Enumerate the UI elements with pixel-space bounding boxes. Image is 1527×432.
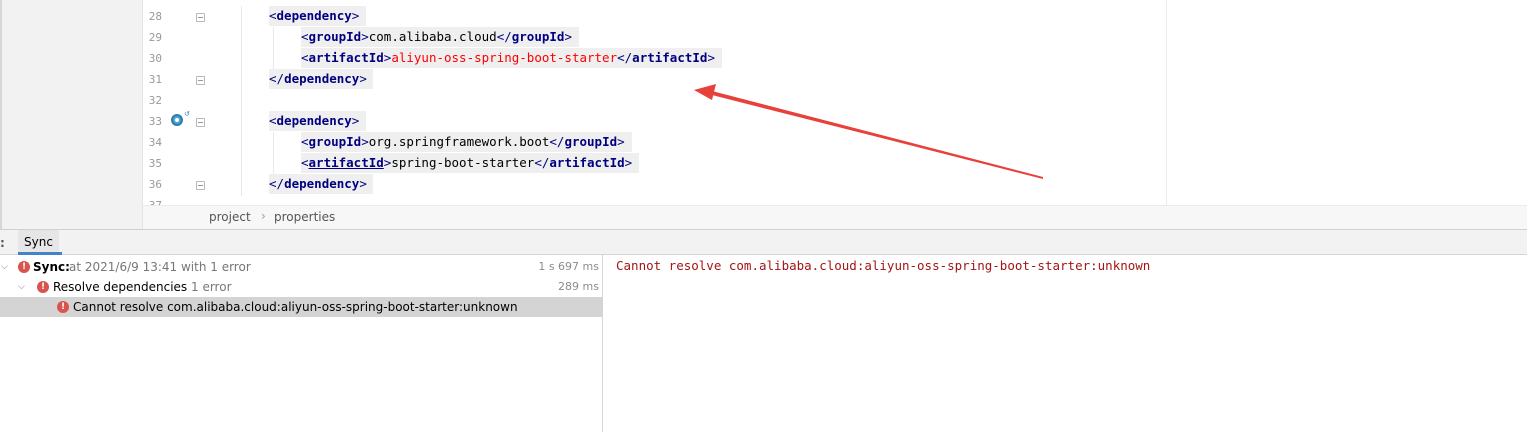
- xml-tag-token: <: [301, 50, 309, 65]
- xml-tag-token: dependency: [284, 176, 360, 191]
- breadcrumb: project › properties: [143, 205, 1527, 229]
- tree-row-resolve-dependencies[interactable]: ⌵ Resolve dependencies 1 error 289 ms: [0, 277, 603, 297]
- xml-tag-token: >: [617, 134, 625, 149]
- xml-tag-token: </: [534, 155, 550, 170]
- resolve-dependencies-count: 1 error: [191, 280, 232, 294]
- xml-tag-token: <: [269, 8, 277, 23]
- panel-divider: [0, 0, 2, 229]
- xml-value-token: com.alibaba.cloud: [368, 29, 497, 44]
- sync-label: Sync:: [33, 260, 70, 274]
- maven-sync-icon[interactable]: [171, 114, 183, 126]
- code-line[interactable]: <dependency>: [269, 6, 359, 26]
- error-message-label: Cannot resolve com.alibaba.cloud:aliyun-…: [73, 300, 518, 314]
- xml-tag-token: artifactId: [632, 50, 708, 65]
- xml-tag-token: <: [269, 113, 277, 128]
- code-line[interactable]: </dependency>: [269, 174, 367, 194]
- indent-guide: [241, 6, 242, 196]
- resolve-dependencies-label: Resolve dependencies: [53, 280, 188, 294]
- breadcrumb-item-project[interactable]: project: [209, 210, 251, 224]
- sync-duration: 1 s 697 ms: [538, 260, 599, 273]
- xml-tag-token: artifactId: [308, 50, 384, 65]
- code-editor[interactable]: ↺ 28 <dependency> 29 <groupId>com.alibaba.c…: [143, 0, 1527, 205]
- line-number: 33: [148, 115, 162, 128]
- xml-tag-token: >: [707, 50, 715, 65]
- line-number: 35: [148, 157, 162, 170]
- line-number: 31: [148, 73, 162, 86]
- xml-tag-token: groupId: [308, 134, 362, 149]
- tree-row-label: Sync:: [33, 257, 70, 277]
- project-panel-edge: [0, 0, 143, 229]
- build-tree: ⌵ Sync: at 2021/6/9 13:41 with 1 error 1…: [0, 255, 603, 432]
- code-line[interactable]: <dependency>: [269, 111, 359, 131]
- xml-tag-token: >: [359, 71, 367, 86]
- error-icon: [57, 297, 69, 317]
- code-line[interactable]: <groupId>org.springframework.boot</group…: [301, 132, 625, 152]
- tree-row-sync[interactable]: ⌵ Sync: at 2021/6/9 13:41 with 1 error 1…: [0, 257, 603, 277]
- breadcrumb-separator: ›: [261, 209, 266, 223]
- line-number: 32: [148, 94, 162, 107]
- xml-tag-token: <: [301, 29, 309, 44]
- error-output-text: Cannot resolve com.alibaba.cloud:aliyun-…: [616, 258, 1151, 273]
- header-prefix: :: [0, 236, 5, 250]
- xml-tag-token: </: [617, 50, 633, 65]
- line-number: 34: [148, 136, 162, 149]
- line-number: 28: [148, 10, 162, 23]
- xml-tag-token: >: [361, 134, 369, 149]
- fold-icon[interactable]: [196, 181, 205, 190]
- fold-icon[interactable]: [196, 76, 205, 85]
- indent-guide: [273, 132, 274, 174]
- xml-value-token: spring-boot-starter: [391, 155, 535, 170]
- chevron-down-icon[interactable]: ⌵: [18, 277, 25, 297]
- xml-value-token: aliyun-oss-spring-boot-starter: [391, 50, 618, 65]
- right-margin-guide: [1166, 0, 1167, 205]
- xml-tag-token: </: [549, 134, 565, 149]
- xml-tag-token: >: [351, 8, 360, 23]
- code-line[interactable]: <groupId>com.alibaba.cloud</groupId>: [301, 27, 572, 47]
- xml-tag-token: dependency: [276, 113, 352, 128]
- chevron-down-icon[interactable]: ⌵: [1, 257, 8, 277]
- xml-tag-token: dependency: [276, 8, 352, 23]
- xml-value-token: org.springframework.boot: [368, 134, 550, 149]
- build-output-panel[interactable]: Cannot resolve com.alibaba.cloud:aliyun-…: [604, 255, 1527, 432]
- breadcrumb-item-properties[interactable]: properties: [274, 210, 335, 224]
- tree-row-error[interactable]: Cannot resolve com.alibaba.cloud:aliyun-…: [0, 297, 603, 317]
- xml-tag-token: >: [564, 29, 572, 44]
- xml-tag-token: groupId: [308, 29, 362, 44]
- xml-tag-token: groupId: [511, 29, 565, 44]
- xml-tag-token: artifactId: [549, 155, 625, 170]
- xml-tag-token: </: [269, 71, 285, 86]
- line-number: 30: [148, 52, 162, 65]
- line-number: 36: [148, 178, 162, 191]
- xml-tag-token: dependency: [284, 71, 360, 86]
- resolve-duration: 289 ms: [558, 280, 599, 293]
- code-line[interactable]: <artifactId>aliyun-oss-spring-boot-start…: [301, 48, 715, 68]
- xml-tag-token: groupId: [564, 134, 618, 149]
- fold-icon[interactable]: [196, 118, 205, 127]
- xml-tag-token: >: [359, 176, 367, 191]
- error-icon: [18, 257, 30, 277]
- xml-tag-token: <: [301, 155, 309, 170]
- xml-tag-token: >: [361, 29, 369, 44]
- xml-tag-token: >: [624, 155, 633, 170]
- refresh-arrow-icon: ↺: [184, 110, 190, 118]
- code-line[interactable]: </dependency>: [269, 69, 367, 89]
- indent-guide: [273, 27, 274, 69]
- xml-tag-token: artifactId: [308, 155, 384, 170]
- build-tool-window-header: : Sync: [0, 229, 1527, 255]
- xml-tag-token: <: [301, 134, 309, 149]
- code-line[interactable]: <artifactId>spring-boot-starter</artifac…: [301, 153, 632, 173]
- fold-icon[interactable]: [196, 13, 205, 22]
- line-number: 29: [148, 31, 162, 44]
- xml-tag-token: >: [351, 113, 360, 128]
- error-icon: [37, 277, 49, 297]
- sync-detail: at 2021/6/9 13:41 with 1 error: [69, 260, 251, 274]
- xml-tag-token: </: [269, 176, 285, 191]
- xml-tag-token: </: [496, 29, 512, 44]
